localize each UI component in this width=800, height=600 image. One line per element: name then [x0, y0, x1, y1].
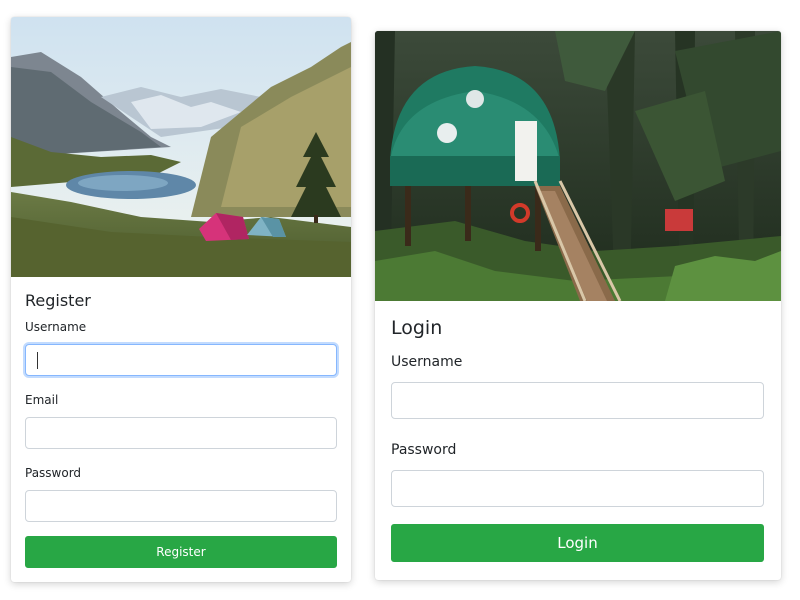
login-form: Login Username Password Login: [375, 301, 781, 580]
register-card: Register Username Email Password Registe…: [11, 17, 351, 582]
register-title: Register: [25, 291, 91, 310]
register-email-label: Email: [25, 393, 59, 407]
register-username-label: Username: [25, 320, 87, 334]
login-button[interactable]: Login: [391, 524, 764, 562]
login-password-label: Password: [391, 442, 457, 458]
register-form: Register Username Email Password Registe…: [11, 277, 351, 582]
login-card: Login Username Password Login: [375, 31, 781, 580]
register-password-input[interactable]: [25, 490, 337, 522]
register-username-input[interactable]: [25, 344, 337, 376]
register-password-label: Password: [25, 466, 82, 480]
forest-dome-image: [375, 31, 781, 301]
login-username-input[interactable]: [391, 382, 764, 419]
login-username-label: Username: [391, 354, 463, 370]
login-title: Login: [391, 317, 443, 339]
register-button[interactable]: Register: [25, 536, 337, 568]
mountain-campsite-image: [11, 17, 351, 277]
register-email-input[interactable]: [25, 417, 337, 449]
text-caret: [37, 352, 38, 369]
login-password-input[interactable]: [391, 470, 764, 507]
